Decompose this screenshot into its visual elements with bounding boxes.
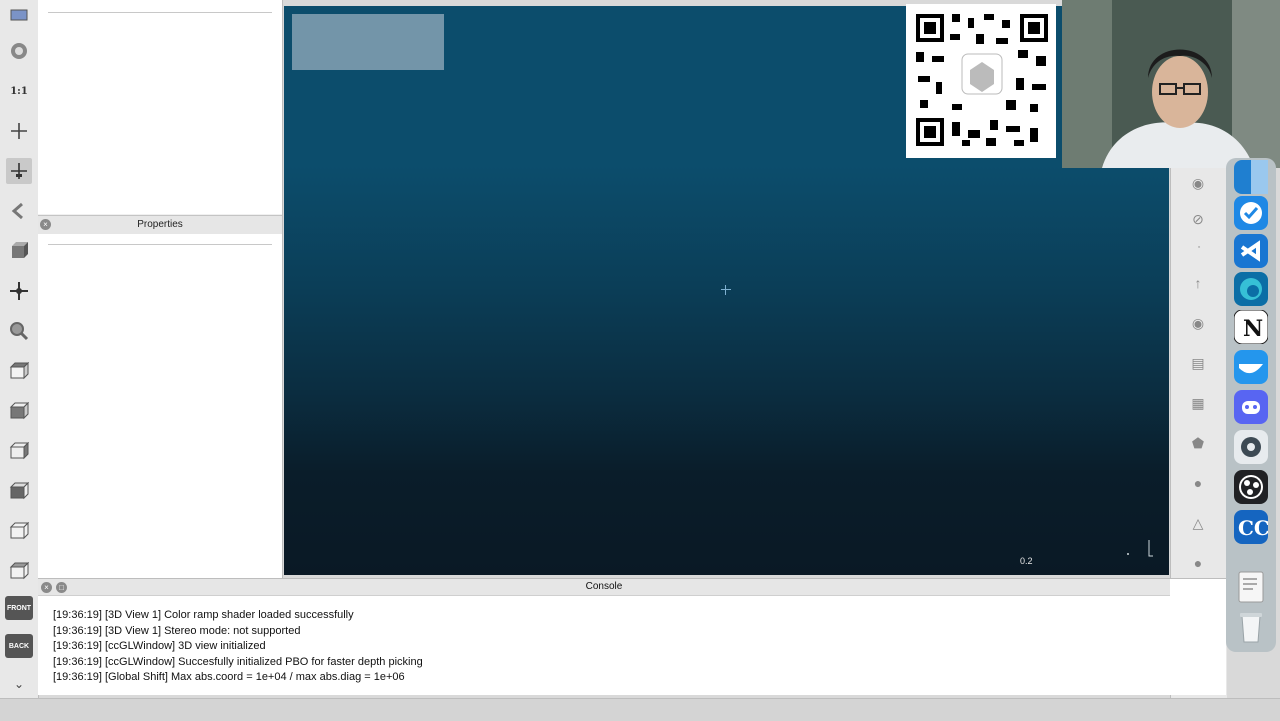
status-bar <box>0 698 1280 721</box>
console-log[interactable]: [19:36:19] [3D View 1] Color ramp shader… <box>53 608 1153 686</box>
mesh-icon[interactable]: △ <box>1187 512 1209 534</box>
document-app[interactable] <box>1234 570 1268 604</box>
trash-app[interactable] <box>1234 610 1268 644</box>
finder-app[interactable] <box>1234 160 1268 194</box>
db-tree-panel[interactable] <box>38 0 282 214</box>
zoom-1to1-label[interactable]: 1:1 <box>6 78 32 104</box>
qr-code-image <box>916 14 1048 146</box>
db-tree-separator <box>48 12 272 13</box>
back-view-button[interactable]: BACK <box>5 634 33 658</box>
csf-filter-icon[interactable]: ▫ <box>1175 244 1223 251</box>
cube-perspective-icon[interactable] <box>6 238 32 264</box>
app-menu-icon[interactable] <box>6 2 32 28</box>
shape-detect-icon[interactable]: ⬟ <box>1187 432 1209 454</box>
compass-icon[interactable]: ⊘ <box>1187 208 1209 230</box>
console-close-icon[interactable]: × <box>41 582 52 593</box>
log-line: [19:36:19] [Global Shift] Max abs.coord … <box>53 671 405 684</box>
console-title-bar: × □ Console <box>38 579 1170 596</box>
left-panels: × Properties <box>38 0 283 578</box>
docker-app[interactable] <box>1234 350 1268 384</box>
sphere-icon[interactable]: ● <box>1187 472 1209 494</box>
svg-text:CC: CC <box>1238 516 1268 540</box>
edge-app[interactable] <box>1234 272 1268 306</box>
back-arrow-icon[interactable] <box>6 198 32 224</box>
log-line: [19:36:19] [3D View 1] Color ramp shader… <box>53 609 354 621</box>
svg-text:N: N <box>1243 316 1263 342</box>
left-toolbar: 1:1 FRONT BACK ⌄ <box>0 0 39 700</box>
watermark-logo <box>292 14 444 70</box>
view-right-icon[interactable] <box>6 438 32 464</box>
add-point-icon[interactable] <box>6 118 32 144</box>
plugin-icon[interactable]: ◉ <box>1187 312 1209 334</box>
notion-app[interactable]: N <box>1234 310 1268 344</box>
log-line: [19:36:19] [3D View 1] Stereo mode: not … <box>53 624 301 637</box>
properties-separator <box>48 244 272 245</box>
webcam-overlay <box>1062 0 1280 168</box>
log-line: [19:36:19] [ccGLWindow] Succesfully init… <box>53 655 423 668</box>
tasks-app[interactable] <box>1234 196 1268 230</box>
view-left-icon[interactable] <box>6 398 32 424</box>
view-iso2-icon[interactable] <box>6 558 32 584</box>
properties-title-bar: × Properties <box>38 215 282 235</box>
normals-icon[interactable]: ↑ <box>1187 272 1209 294</box>
vscode-app[interactable] <box>1234 234 1268 268</box>
pivot-crosshair-icon <box>721 285 731 295</box>
point-picking-icon[interactable]: ◉ <box>1187 172 1209 194</box>
properties-title: Properties <box>137 219 183 230</box>
console-title: Console <box>585 581 623 592</box>
move-cross-icon[interactable] <box>6 278 32 304</box>
dock: N CC <box>1226 158 1276 652</box>
view-iso1-icon[interactable] <box>6 518 32 544</box>
console-float-icon[interactable]: □ <box>56 582 67 593</box>
scale-label: 0.2 <box>1020 556 1033 566</box>
screenshot-app[interactable] <box>1234 430 1268 464</box>
qr-code <box>906 4 1056 158</box>
obs-app[interactable] <box>1234 470 1268 504</box>
pick-center-icon[interactable] <box>6 158 32 184</box>
presenter-video <box>1062 0 1280 168</box>
view-top-icon[interactable] <box>6 358 32 384</box>
more-chevron-icon[interactable]: ⌄ <box>6 674 32 694</box>
properties-panel[interactable] <box>38 234 282 578</box>
m3c2-icon[interactable]: ▤ <box>1187 352 1209 374</box>
canupo-icon[interactable]: ▦ <box>1187 392 1209 414</box>
cloudcompare-app[interactable]: CC <box>1234 510 1268 544</box>
console-panel: × □ Console [19:36:19] [3D View 1] Color… <box>38 578 1226 695</box>
log-line: [19:36:19] [ccGLWindow] 3D view initiali… <box>53 640 266 653</box>
axis-triad-icon <box>1127 540 1153 557</box>
discord-app[interactable] <box>1234 390 1268 424</box>
view-bottom-icon[interactable] <box>6 478 32 504</box>
sample-icon[interactable]: ● <box>1187 552 1209 574</box>
colorize-icon[interactable] <box>6 38 32 64</box>
zoom-icon[interactable] <box>6 318 32 344</box>
properties-close-icon[interactable]: × <box>40 219 51 230</box>
front-view-button[interactable]: FRONT <box>5 596 33 620</box>
